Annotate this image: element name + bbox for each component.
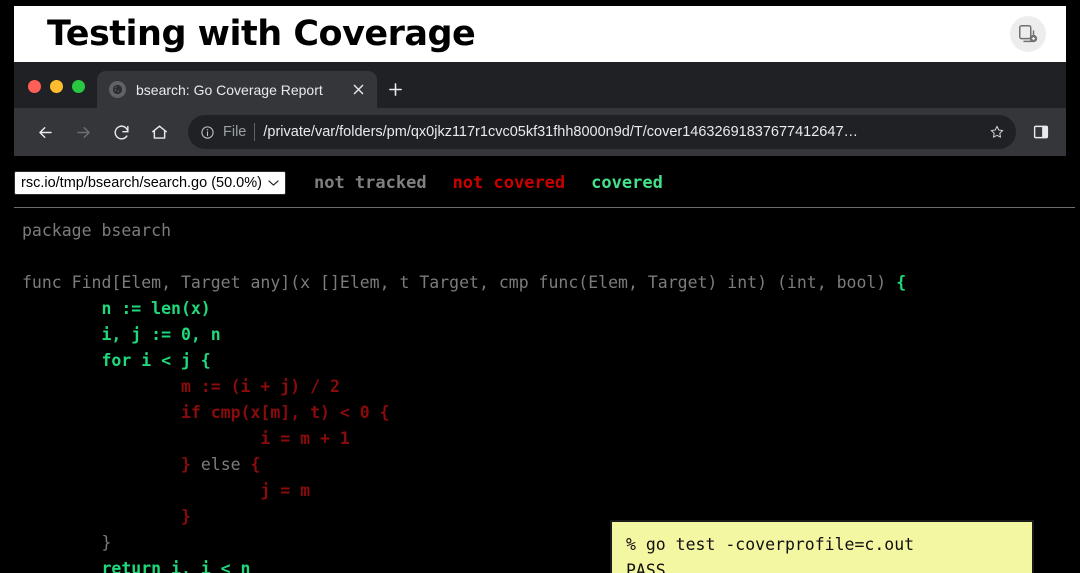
- arrow-left-icon[interactable]: [28, 115, 62, 149]
- browser-tab[interactable]: bsearch: Go Coverage Report: [97, 71, 377, 108]
- home-icon[interactable]: [142, 115, 176, 149]
- code-line: func Find[Elem, Target any](x []Elem, t …: [22, 270, 906, 296]
- window-controls: [14, 80, 97, 108]
- info-circle-icon[interactable]: [200, 125, 215, 140]
- code-line: } else {: [22, 452, 906, 478]
- url-scheme-label: File: [223, 124, 247, 140]
- file-select-value: rsc.io/tmp/bsearch/search.go (50.0%): [21, 175, 262, 191]
- coverage-toolbar: rsc.io/tmp/bsearch/search.go (50.0%) not…: [14, 170, 663, 196]
- code-segment-not-covered: }: [180, 507, 191, 526]
- terminal-line: % go test -coverprofile=c.out: [626, 535, 915, 554]
- code-segment-not-covered: j = m: [22, 481, 311, 500]
- code-segment-not-tracked: [22, 507, 181, 526]
- code-line: package bsearch: [22, 218, 906, 244]
- browser-toolbar: File /private/var/folders/pm/qx0jkz117r1…: [14, 108, 1066, 156]
- star-icon[interactable]: [984, 124, 1010, 140]
- code-segment-covered: for i < j {: [22, 351, 211, 370]
- tab-strip: bsearch: Go Coverage Report: [14, 62, 1066, 108]
- address-bar[interactable]: File /private/var/folders/pm/qx0jkz117r1…: [188, 115, 1016, 149]
- code-segment-covered: {: [896, 273, 907, 292]
- chevron-down-icon: [268, 175, 279, 191]
- code-line: m := (i + j) / 2: [22, 374, 906, 400]
- globe-icon: [109, 81, 126, 98]
- file-select[interactable]: rsc.io/tmp/bsearch/search.go (50.0%): [14, 171, 286, 195]
- arrow-right-icon: [66, 115, 100, 149]
- coverage-legend: not tracked not covered covered: [314, 173, 663, 193]
- legend-not-covered: not covered: [452, 173, 566, 193]
- screenshot-root: Testing with Coverage bsearch: Go Covera…: [0, 0, 1080, 573]
- code-segment-not-tracked: }: [22, 533, 112, 552]
- code-line: i, j := 0, n: [22, 322, 906, 348]
- tab-title: bsearch: Go Coverage Report: [136, 81, 323, 98]
- code-segment-not-tracked: else: [190, 455, 251, 474]
- legend-covered: covered: [591, 173, 663, 193]
- browser-window: bsearch: Go Coverage Report File /privat…: [14, 62, 1066, 162]
- code-segment-not-tracked: func Find[Elem, Target any](x []Elem, t …: [22, 273, 897, 292]
- terminal-overlay: % go test -coverprofile=c.outPASScoverag…: [610, 520, 1034, 573]
- code-segment-not-covered: {: [250, 455, 261, 474]
- code-segment-not-covered: i = m + 1: [22, 429, 350, 448]
- page-title: Testing with Coverage: [47, 14, 476, 54]
- code-line: n := len(x): [22, 296, 906, 322]
- slide-header: Testing with Coverage: [14, 6, 1066, 62]
- toolbar-divider: [14, 207, 1075, 208]
- close-window-button[interactable]: [28, 80, 41, 93]
- code-segment-covered: i, j := 0, n: [22, 325, 221, 344]
- legend-not-tracked: not tracked: [313, 173, 427, 193]
- reload-icon[interactable]: [104, 115, 138, 149]
- code-segment-not-covered: if cmp(x[m], t) < 0 {: [22, 403, 390, 422]
- url-text: /private/var/folders/pm/qx0jkz117r1cvc05…: [263, 124, 859, 140]
- side-panel-icon[interactable]: [1026, 115, 1056, 149]
- coverage-report-page: rsc.io/tmp/bsearch/search.go (50.0%) not…: [0, 162, 1080, 573]
- code-line: for i < j {: [22, 348, 906, 374]
- code-line: i = m + 1: [22, 426, 906, 452]
- code-segment-covered: return i, i < n: [22, 559, 251, 573]
- omnibox-divider: [254, 123, 256, 141]
- maximize-window-button[interactable]: [72, 80, 85, 93]
- duplicate-add-icon[interactable]: [1010, 16, 1046, 52]
- code-line: if cmp(x[m], t) < 0 {: [22, 400, 906, 426]
- new-tab-button[interactable]: [377, 71, 413, 108]
- code-segment-not-tracked: package bsearch: [22, 221, 172, 240]
- minimize-window-button[interactable]: [50, 80, 63, 93]
- code-segment-not-tracked: [22, 455, 181, 474]
- code-segment-not-covered: m := (i + j) / 2: [22, 377, 340, 396]
- terminal-line: PASS: [626, 561, 666, 573]
- code-segment-not-covered: }: [180, 455, 191, 474]
- code-line: j = m: [22, 478, 906, 504]
- code-segment-covered: n := len(x): [22, 299, 211, 318]
- close-icon[interactable]: [349, 81, 367, 99]
